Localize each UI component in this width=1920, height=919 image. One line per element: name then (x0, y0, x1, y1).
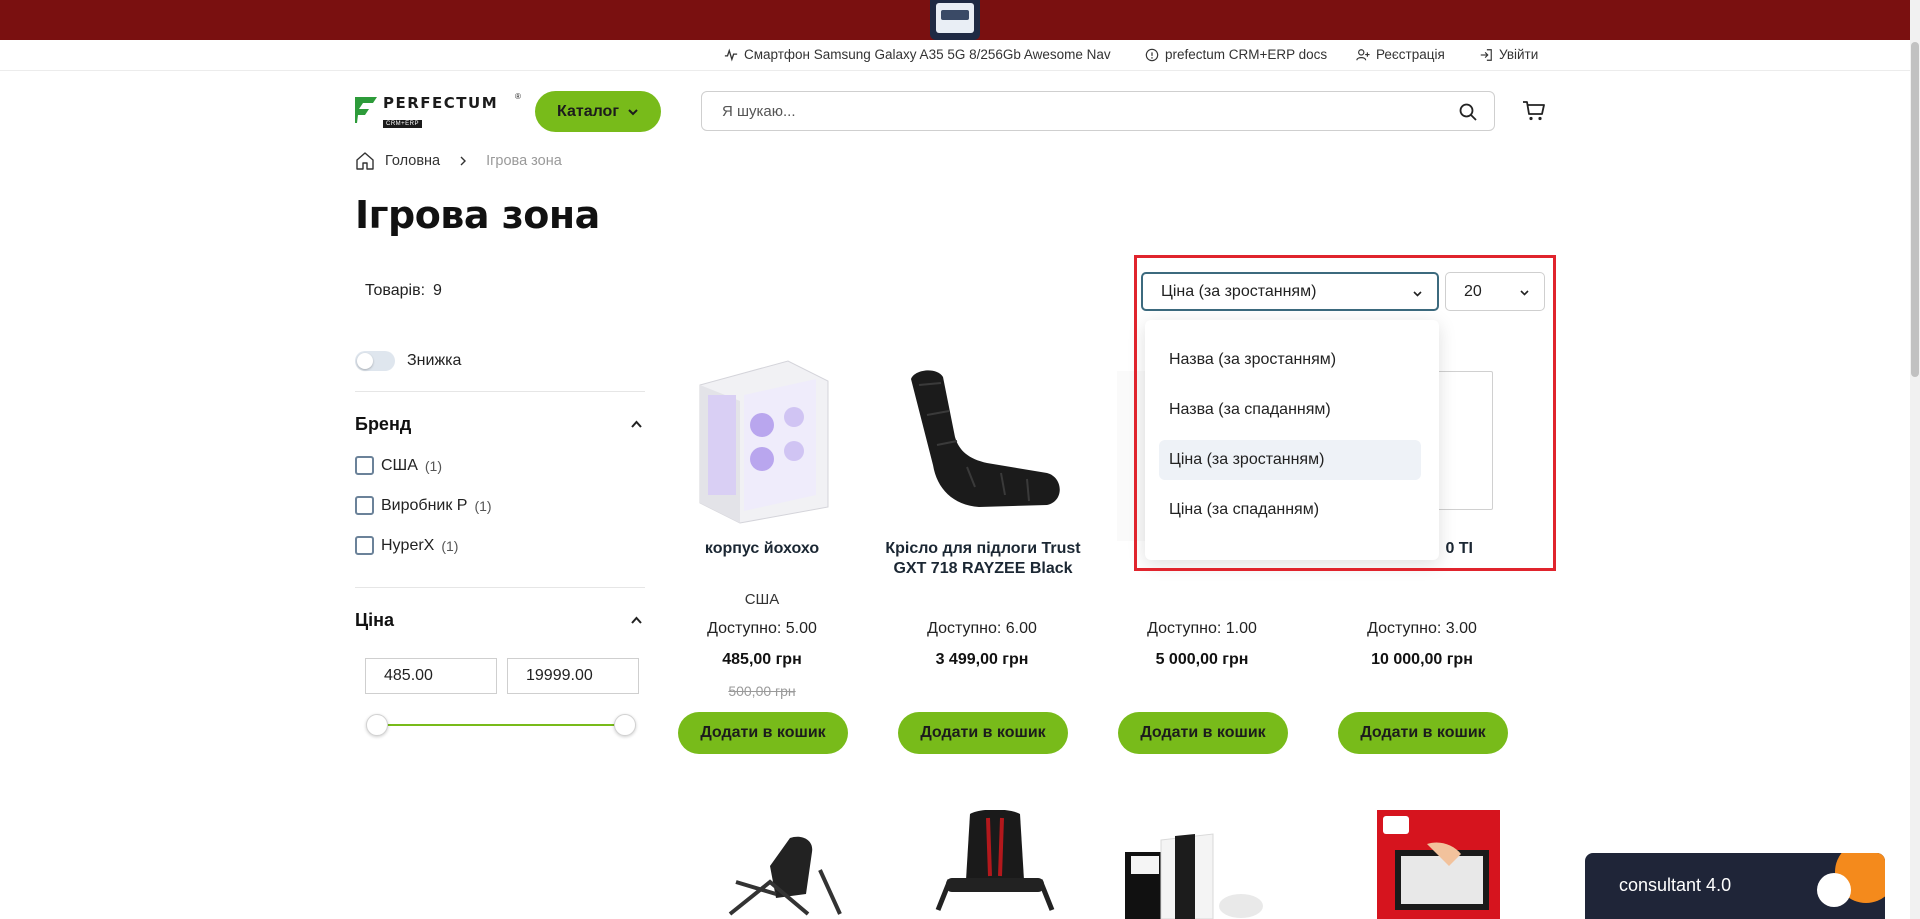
chevron-down-icon (628, 108, 638, 115)
topnav-docs-link[interactable]: prefectum CRM+ERP docs (1145, 47, 1327, 62)
brand-name: HyperX (381, 536, 435, 554)
brand-count: (1) (441, 537, 459, 554)
breadcrumb: Головна Ігрова зона (355, 151, 562, 171)
filter-divider (355, 391, 645, 392)
logo-subtitle: CRM+ERP (383, 120, 423, 128)
brand-filter-title[interactable]: Бренд (355, 414, 411, 435)
add-to-cart-button[interactable]: Додати в кошик (1338, 712, 1508, 754)
add-to-cart-button[interactable]: Додати в кошик (678, 712, 848, 754)
topnav-register-label: Реєстрація (1376, 47, 1445, 62)
product-price: 3 499,00 грн (935, 651, 1029, 668)
product-name[interactable]: Крісло для підлоги Trust GXT 718 RAYZEE … (883, 539, 1083, 579)
product-stock: Доступно: 1.00 (1147, 620, 1257, 637)
search-bar (701, 91, 1495, 131)
banner-product-image[interactable] (930, 0, 980, 40)
price-filter-title[interactable]: Ціна (355, 610, 394, 631)
breadcrumb-current: Ігрова зона (486, 153, 562, 169)
add-to-cart-button[interactable]: Додати в кошик (1118, 712, 1288, 754)
search-icon[interactable] (1458, 102, 1478, 122)
topnav-product-label: Смартфон Samsung Galaxy A35 5G 8/256Gb A… (744, 47, 1111, 62)
price-range-track[interactable] (377, 724, 625, 726)
product-stock: Доступно: 3.00 (1367, 620, 1477, 637)
info-icon (1145, 48, 1159, 61)
scrollbar-thumb[interactable] (1911, 42, 1919, 377)
chevron-up-icon[interactable] (630, 614, 643, 627)
sort-option-price-asc[interactable]: Ціна (за зростанням) (1159, 440, 1421, 480)
breadcrumb-home-link[interactable]: Головна (385, 153, 440, 169)
logo-text: PERFECTUM (383, 94, 499, 112)
page-scrollbar[interactable] (1910, 0, 1920, 919)
promo-banner[interactable] (0, 0, 1920, 40)
brand-name: Виробник Р (381, 496, 468, 514)
per-page-select[interactable]: 20 (1445, 272, 1545, 311)
utility-nav: Смартфон Samsung Galaxy A35 5G 8/256Gb A… (0, 40, 1910, 71)
per-page-value: 20 (1464, 282, 1482, 300)
product-name[interactable]: корпус йохохо (662, 539, 862, 559)
logo-mark-icon (355, 97, 377, 123)
product-price: 5 000,00 грн (1155, 651, 1249, 668)
chevron-down-icon (1520, 290, 1529, 296)
product-stock: Доступно: 5.00 (707, 620, 817, 637)
catalog-label: Каталог (557, 102, 619, 120)
product-count-value: 9 (433, 282, 442, 299)
search-input[interactable] (722, 92, 1422, 130)
consultant-label: consultant 4.0 (1619, 875, 1732, 895)
product-count: Товарів: 9 (365, 282, 442, 300)
product-image-ps5[interactable] (1117, 810, 1287, 919)
product-image-racing-cockpit[interactable] (690, 810, 860, 919)
chevron-up-icon[interactable] (630, 418, 643, 431)
sort-option-name-asc[interactable]: Назва (за зростанням) (1159, 340, 1421, 380)
brand-count: (1) (424, 457, 443, 474)
sort-select[interactable]: Ціна (за зростанням) (1141, 272, 1439, 311)
page-title: Ігрова зона (355, 193, 600, 237)
site-logo[interactable]: PERFECTUM CRM+ERP ® (355, 92, 521, 130)
brand-checkbox[interactable] (355, 496, 374, 515)
sort-dropdown-menu: Назва (за зростанням) Назва (за спадання… (1145, 320, 1439, 560)
consultant-chat-widget[interactable]: consultant 4.0 (1585, 853, 1885, 919)
product-brand: США (744, 591, 780, 608)
product-stock: Доступно: 6.00 (927, 620, 1037, 637)
topnav-register-link[interactable]: Реєстрація (1356, 47, 1445, 62)
price-range-min-handle[interactable] (366, 714, 388, 736)
price-min-input[interactable] (365, 658, 497, 694)
sort-option-price-desc[interactable]: Ціна (за спаданням) (1159, 490, 1421, 530)
activity-icon (724, 47, 738, 62)
filter-divider (355, 587, 645, 588)
consultant-toggle[interactable] (1817, 873, 1851, 907)
topnav-login-link[interactable]: Увійти (1479, 47, 1538, 62)
catalog-button[interactable]: Каталог (535, 91, 661, 132)
product-old-price: 500,00 грн (728, 683, 796, 699)
product-image-floor-chair[interactable] (897, 355, 1067, 525)
price-max-input[interactable] (507, 658, 639, 694)
brand-count: (1) (474, 497, 492, 514)
chevron-down-icon (1413, 291, 1422, 297)
discount-toggle[interactable] (355, 351, 395, 371)
brand-option[interactable]: США (1) (355, 456, 442, 475)
product-image-pc-case[interactable] (678, 355, 848, 525)
topnav-login-label: Увійти (1499, 47, 1539, 62)
brand-option[interactable]: HyperX (1) (355, 536, 458, 555)
product-price: 485,00 грн (722, 651, 802, 668)
brand-name: США (381, 456, 418, 474)
product-count-label: Товарів: (365, 282, 426, 299)
price-range-max-handle[interactable] (614, 714, 636, 736)
user-plus-icon (1356, 48, 1370, 60)
product-image-gaming-chair[interactable] (910, 810, 1080, 919)
cart-icon[interactable] (1522, 100, 1546, 122)
sort-option-name-desc[interactable]: Назва (за спаданням) (1159, 390, 1421, 430)
product-price: 10 000,00 грн (1371, 651, 1473, 668)
brand-checkbox[interactable] (355, 456, 374, 475)
topnav-product-link[interactable]: Смартфон Samsung Galaxy A35 5G 8/256Gb A… (724, 47, 1111, 62)
discount-toggle-label: Знижка (407, 352, 462, 369)
product-image-nintendo-switch[interactable] (1377, 810, 1500, 919)
login-icon (1480, 48, 1492, 61)
topnav-docs-label: prefectum CRM+ERP docs (1165, 47, 1328, 62)
sort-selected-value: Ціна (за зростанням) (1161, 282, 1317, 300)
home-icon[interactable] (355, 151, 375, 171)
add-to-cart-button[interactable]: Додати в кошик (898, 712, 1068, 754)
brand-option[interactable]: Виробник Р (1) (355, 496, 492, 515)
brand-checkbox[interactable] (355, 536, 374, 555)
logo-registered-mark: ® (515, 92, 521, 101)
chevron-right-icon (460, 156, 467, 166)
